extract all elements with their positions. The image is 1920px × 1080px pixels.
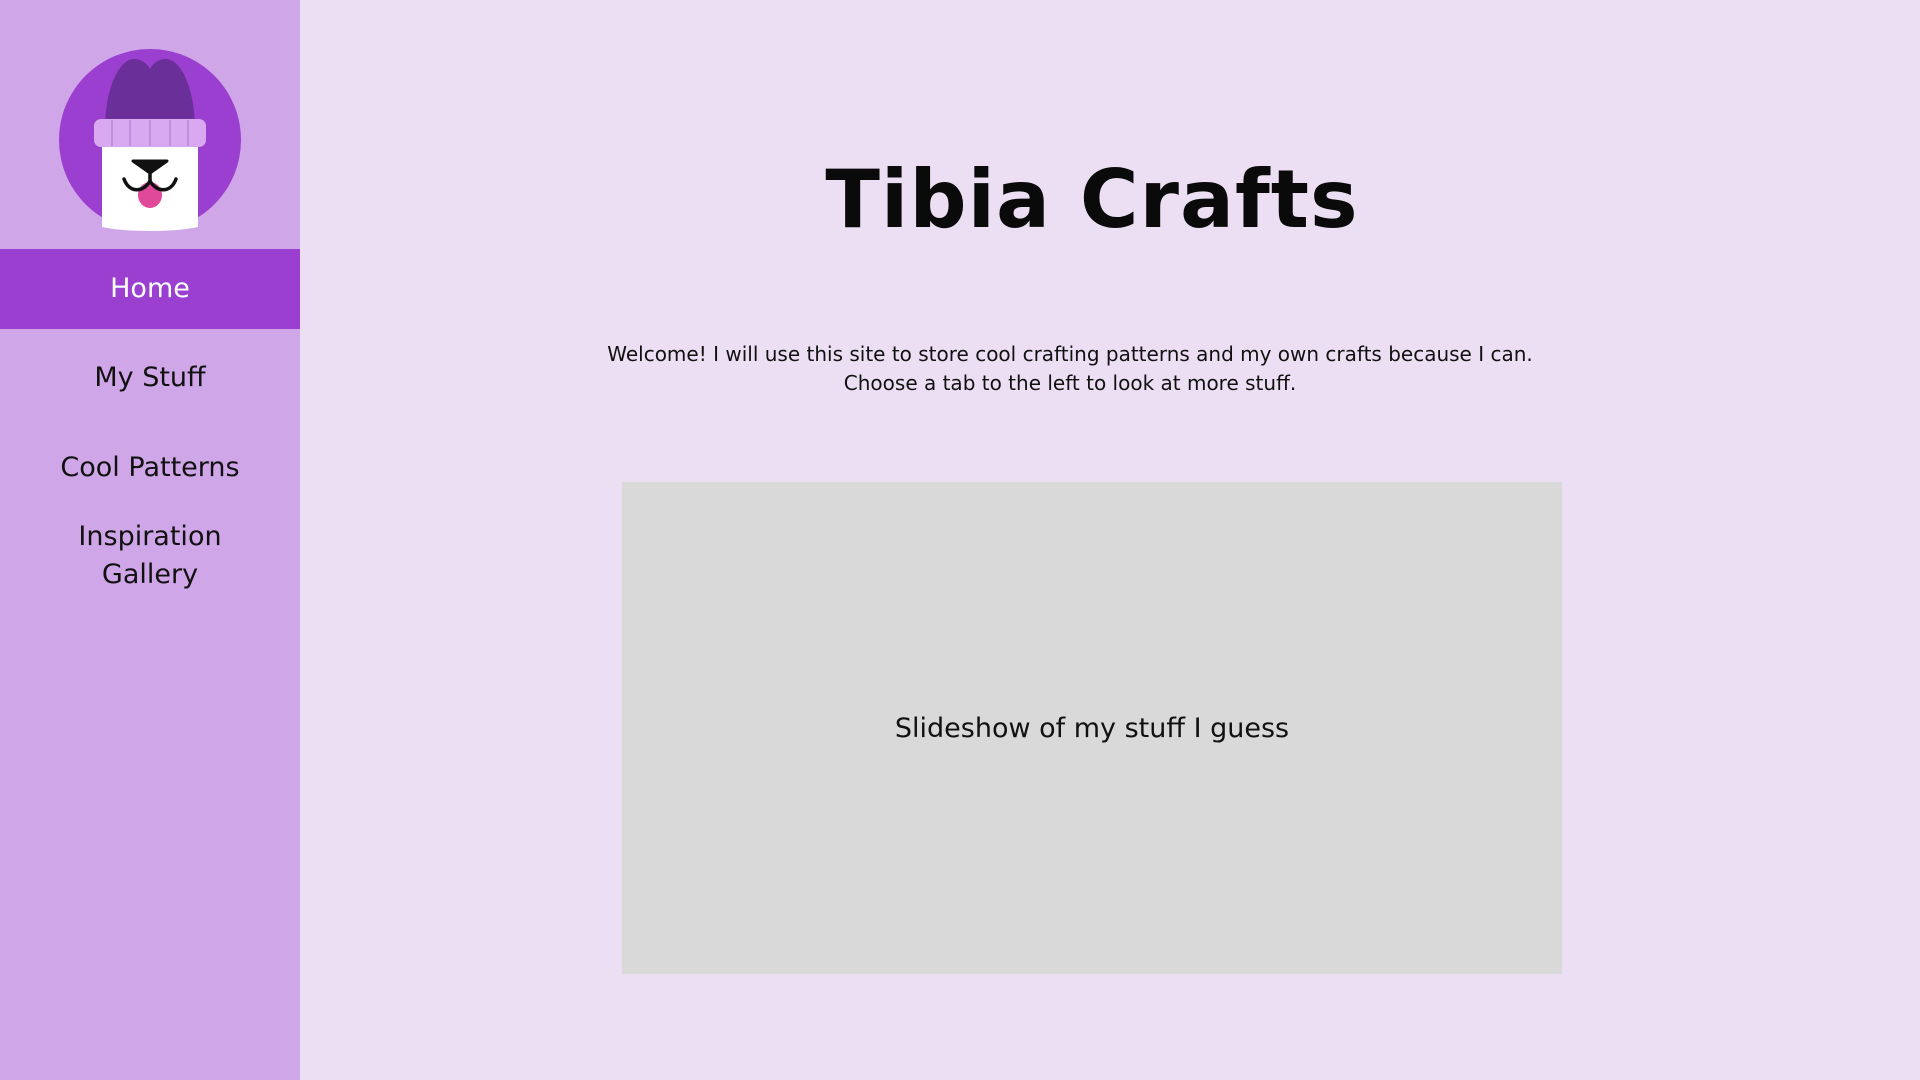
sidebar-item-label: Inspiration Gallery [78, 521, 222, 590]
sidebar-item-label: Home [110, 273, 190, 304]
sidebar-item-label: Cool Patterns [60, 452, 240, 483]
welcome-line: Welcome! I will use this site to store c… [607, 342, 1533, 366]
sidebar: Home My Stuff Cool Patterns Inspiration … [0, 0, 300, 1080]
sidebar-item-inspiration-gallery[interactable]: Inspiration Gallery [0, 518, 300, 594]
welcome-text: Welcome! I will use this site to store c… [600, 340, 1540, 398]
page-title: Tibia Crafts [825, 153, 1359, 246]
slideshow-placeholder[interactable]: Slideshow of my stuff I guess [622, 482, 1562, 974]
sidebar-item-my-stuff[interactable]: My Stuff [0, 356, 300, 400]
welcome-line: Choose a tab to the left to look at more… [843, 371, 1297, 395]
slideshow-label: Slideshow of my stuff I guess [894, 712, 1290, 744]
sidebar-item-home[interactable]: Home [0, 249, 300, 329]
sidebar-item-label: My Stuff [94, 362, 206, 393]
sidebar-item-cool-patterns[interactable]: Cool Patterns [0, 446, 300, 490]
main-content: Tibia Crafts Welcome! I will use this si… [300, 0, 1920, 1080]
app: Home My Stuff Cool Patterns Inspiration … [0, 0, 1920, 1080]
dog-with-beanie-icon[interactable] [59, 49, 241, 231]
